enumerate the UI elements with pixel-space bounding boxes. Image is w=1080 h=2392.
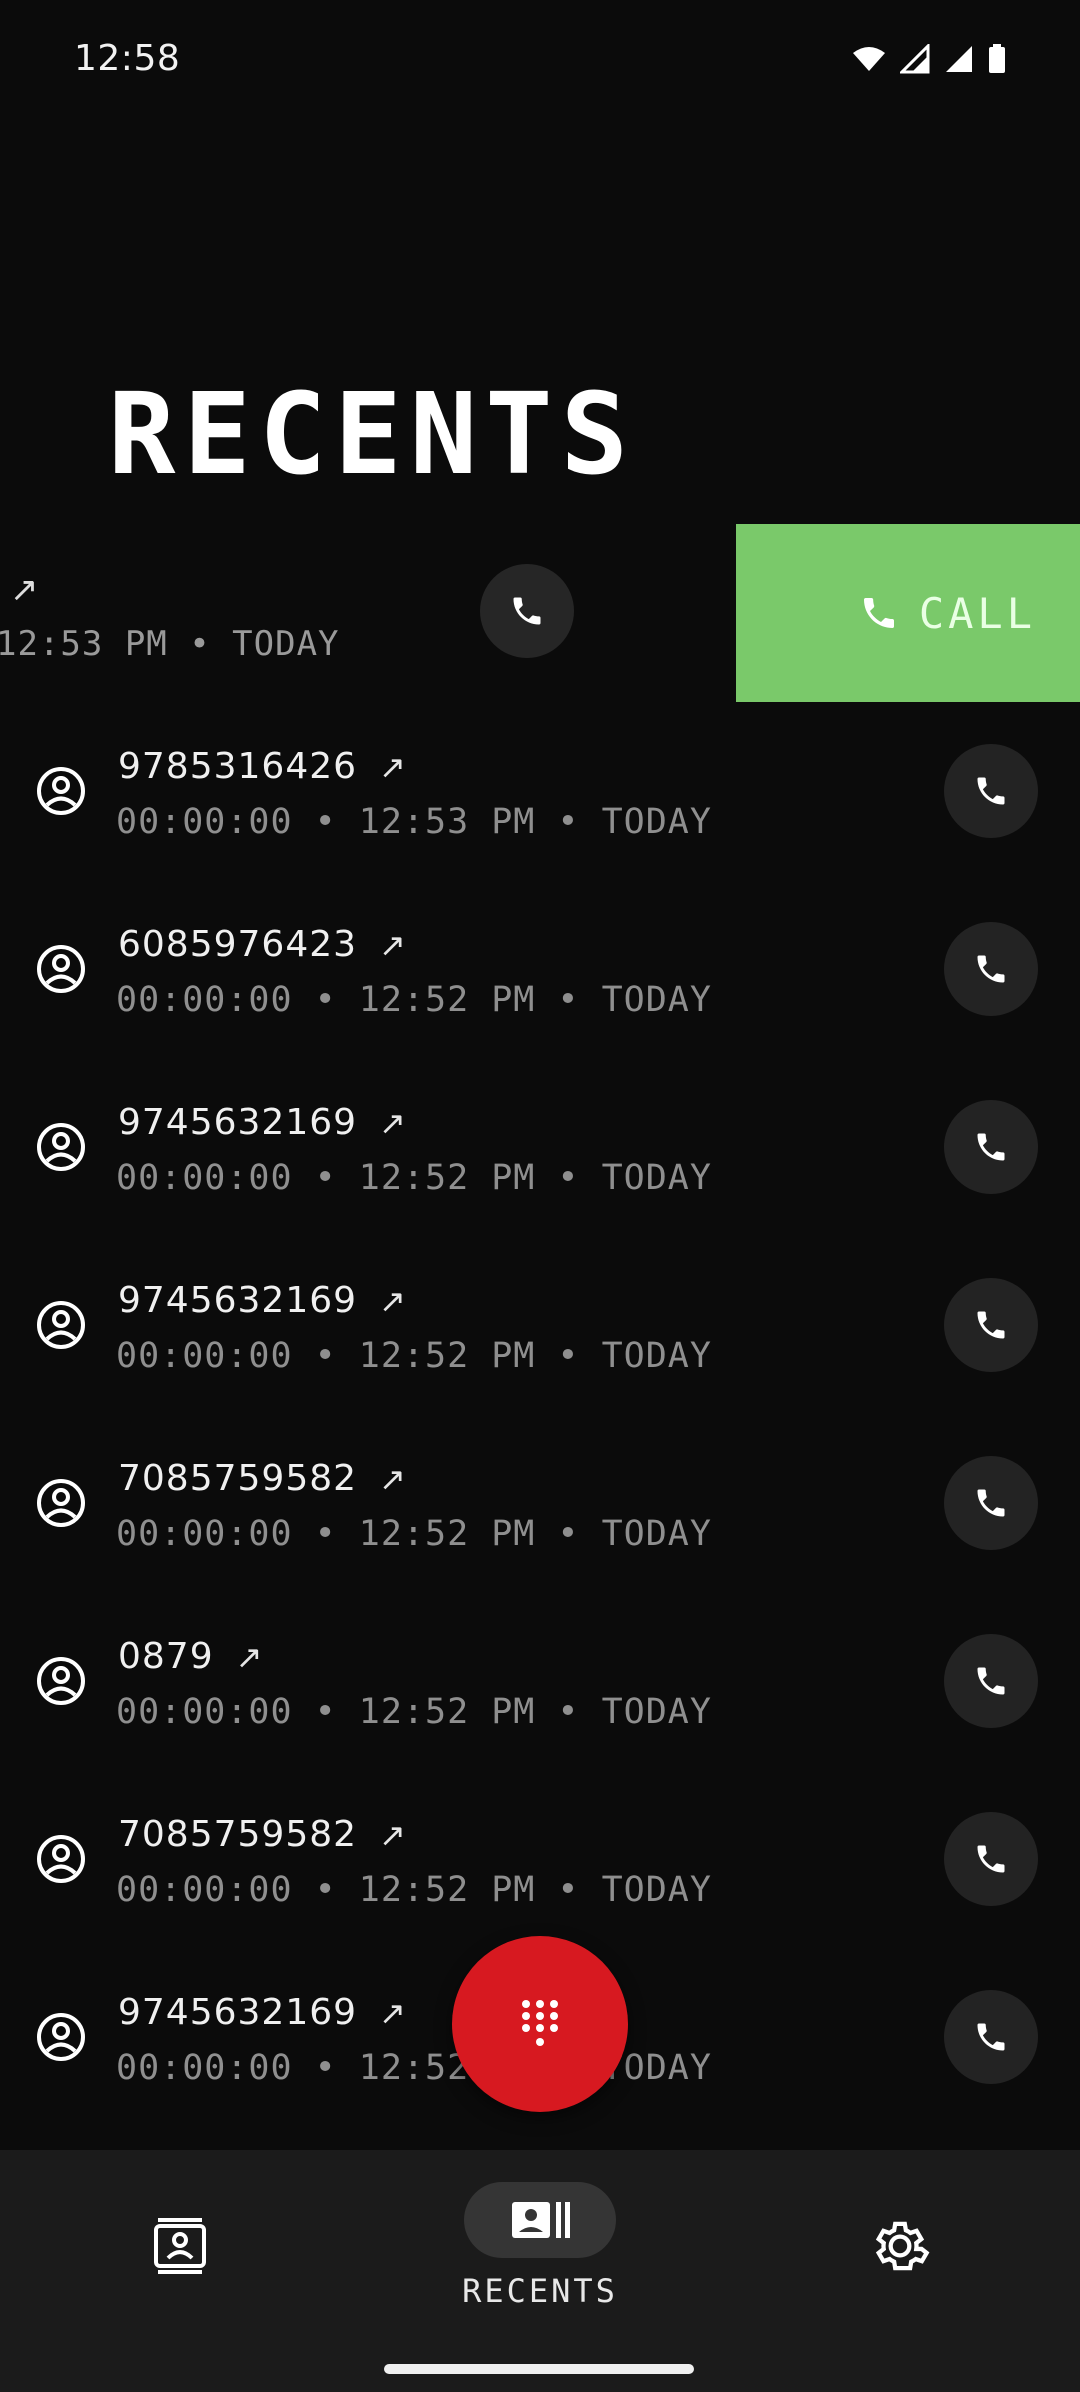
call-meta: 12:53 PM • TODAY [0, 624, 340, 664]
phone-icon [977, 1845, 1005, 1873]
avatar-icon [37, 767, 85, 815]
phone-icon [977, 2023, 1005, 2051]
phone-icon [977, 1133, 1005, 1161]
phone-icon [977, 777, 1005, 805]
nav-contacts[interactable] [148, 2214, 212, 2278]
gear-icon [875, 2221, 930, 2271]
avatar-icon [37, 945, 85, 993]
status-time: 12:58 [74, 38, 181, 79]
phone-number: 9785316426 [118, 746, 358, 787]
phone-number: 9745632169 [118, 1992, 358, 2033]
nav-settings[interactable] [868, 2214, 932, 2278]
call-meta: 00:00:00 • 12:52 PM • TODAY [116, 980, 712, 1020]
phone-number: 0879 [118, 1636, 214, 1677]
phone-icon [977, 1311, 1005, 1339]
outgoing-arrow-icon: ↗ [379, 1815, 406, 1854]
avatar-icon [37, 1835, 85, 1883]
wifi-icon [853, 47, 885, 71]
signal-full-icon [946, 46, 972, 72]
call-meta: 00:00:00 • 12:52 PM • TODAY [116, 1692, 712, 1732]
status-bar: 12:58 [0, 0, 1080, 120]
avatar-icon [37, 1657, 85, 1705]
phone-number: 6085976423 [118, 924, 358, 965]
avatar-icon [37, 2013, 85, 2061]
phone-number: 9745632169 [118, 1102, 358, 1143]
call-meta: 00:00:00 • 12:52 PM • TODAY [116, 1158, 712, 1198]
call-log-row[interactable]: 9745632169 ↗ 00:00:00 • 12:52 PM • TODAY [0, 1236, 1080, 1414]
call-log-row[interactable]: 0879 ↗ 00:00:00 • 12:52 PM • TODAY [0, 1592, 1080, 1770]
outgoing-arrow-icon: ↗ [235, 1637, 263, 1676]
outgoing-arrow-icon: ↗ [10, 570, 39, 610]
phone-icon [513, 597, 541, 625]
avatar-icon [37, 1301, 85, 1349]
call-log-row[interactable]: 9785316426 ↗ 00:00:00 • 12:53 PM • TODAY [0, 702, 1080, 880]
call-button[interactable] [944, 1812, 1038, 1906]
call-button[interactable] [944, 1990, 1038, 2084]
phone-icon [863, 598, 894, 628]
call-action-label: CALL [918, 588, 1036, 638]
outgoing-arrow-icon: ↗ [379, 1993, 406, 2032]
call-button[interactable] [944, 1456, 1038, 1550]
outgoing-arrow-icon: ↗ [379, 925, 406, 964]
call-log-row[interactable]: 9745632169 ↗ 00:00:00 • 12:52 PM • TODAY [0, 1058, 1080, 1236]
signal-icon [900, 44, 930, 74]
phone-icon [977, 1489, 1005, 1517]
call-button[interactable] [944, 1100, 1038, 1194]
call-meta: 00:00:00 • 12:52 PM • TODAY [116, 1870, 712, 1910]
avatar-icon [37, 1123, 85, 1171]
call-log-row[interactable]: 7085759582 ↗ 00:00:00 • 12:52 PM • TODAY [0, 1414, 1080, 1592]
outgoing-arrow-icon: ↗ [379, 747, 406, 786]
phone-icon [977, 955, 1005, 983]
page-title: RECENTS [108, 370, 637, 500]
nav-recents[interactable] [464, 2182, 616, 2258]
call-meta: 00:00:00 • 12:53 PM • TODAY [116, 802, 712, 842]
status-icons [852, 44, 1006, 74]
call-button[interactable] [944, 1278, 1038, 1372]
call-button[interactable] [944, 1634, 1038, 1728]
outgoing-arrow-icon: ↗ [379, 1103, 406, 1142]
swipe-call-action[interactable]: CALL [736, 524, 1080, 702]
dialpad-button[interactable] [452, 1936, 628, 2112]
call-meta: 00:00:00 • 12:52 PM • TODAY [116, 1336, 712, 1376]
outgoing-arrow-icon: ↗ [379, 1459, 406, 1498]
phone-number: 9745632169 [118, 1280, 358, 1321]
home-indicator[interactable] [384, 2364, 694, 2374]
call-log-row[interactable]: 6085976423 ↗ 00:00:00 • 12:52 PM • TODAY [0, 880, 1080, 1058]
outgoing-arrow-icon: ↗ [379, 1281, 406, 1320]
call-meta: 00:00:00 • 12:52 PM • TODAY [116, 1514, 712, 1554]
phone-icon [977, 1667, 1005, 1695]
phone-number: 7085759582 [118, 1814, 358, 1855]
phone-number: 7085759582 [118, 1458, 358, 1499]
call-button[interactable] [944, 744, 1038, 838]
call-button[interactable] [944, 922, 1038, 1016]
dialpad-icon [522, 2000, 558, 2046]
call-button[interactable] [480, 564, 574, 658]
battery-icon [989, 44, 1005, 73]
contacts-icon [154, 2218, 206, 2274]
avatar-icon [37, 1479, 85, 1527]
call-log-row[interactable]: 7085759582 ↗ 00:00:00 • 12:52 PM • TODAY [0, 1770, 1080, 1948]
recents-icon [512, 2202, 570, 2238]
call-log-list: 9785316426 ↗ 00:00:00 • 12:53 PM • TODAY … [0, 702, 1080, 2126]
bottom-navigation: RECENTS [0, 2150, 1080, 2392]
